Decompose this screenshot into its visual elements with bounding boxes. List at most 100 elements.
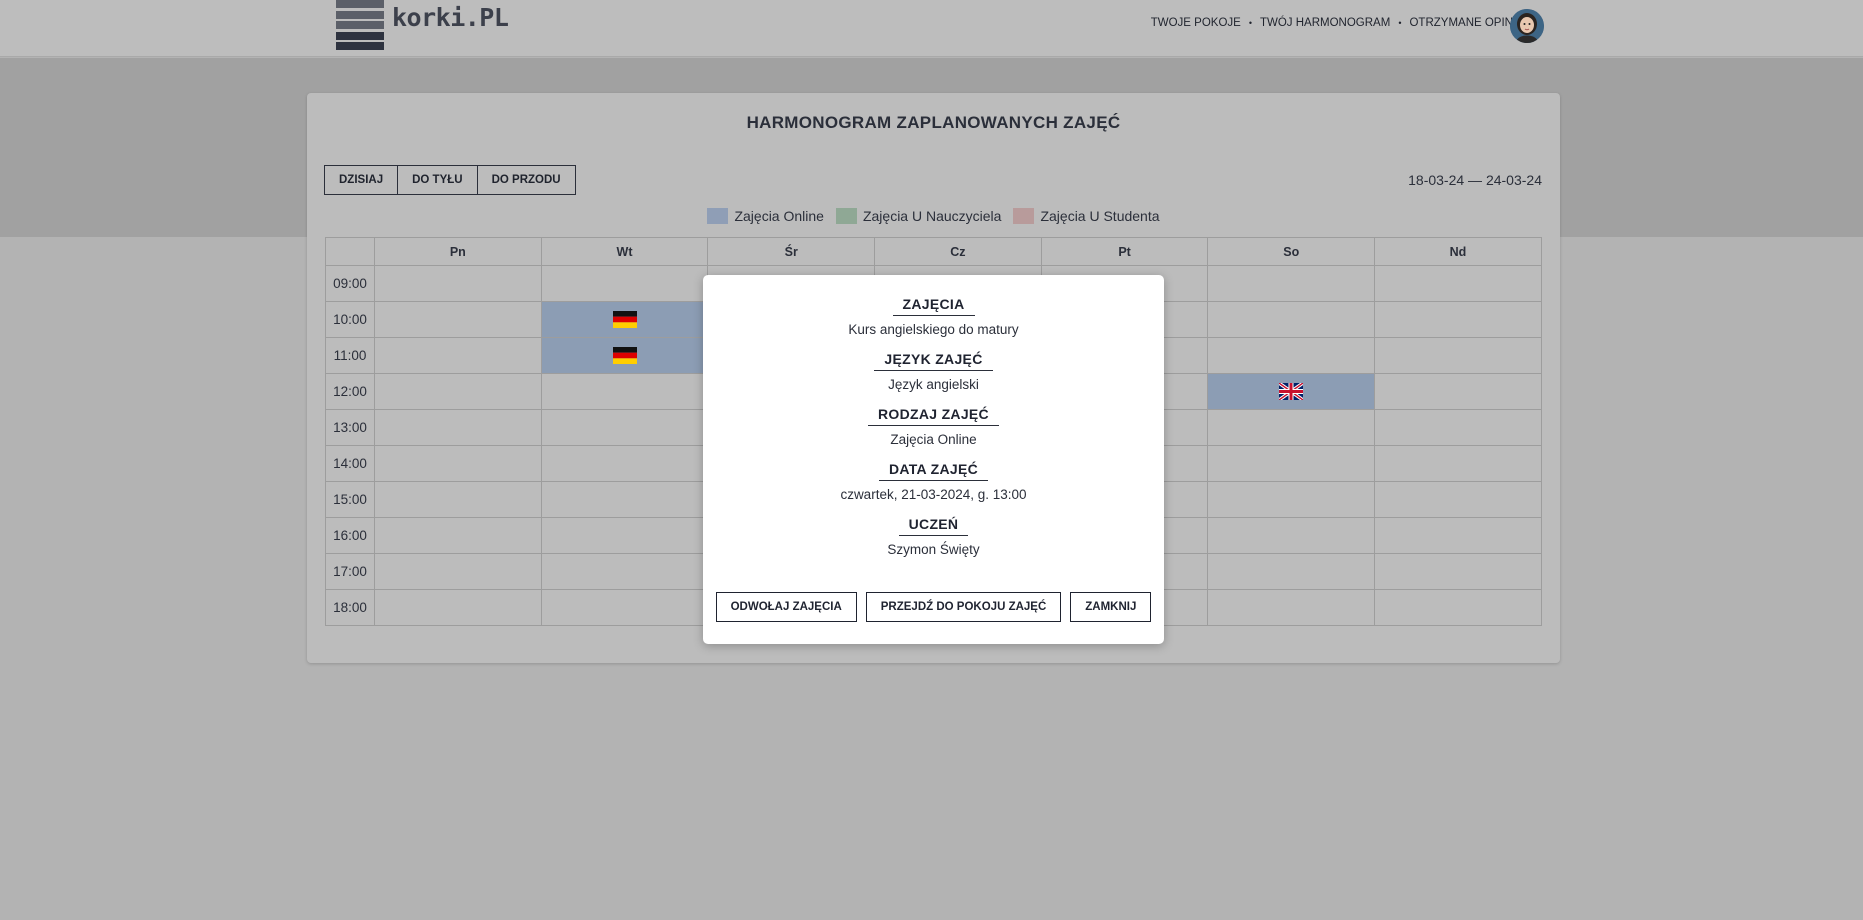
calendar-cell[interactable] <box>1207 409 1376 446</box>
modal-value: Kurs angielskiego do matury <box>848 322 1019 337</box>
modal-section-date: DATA ZAJĘĆ czwartek, 21-03-2024, g. 13:0… <box>703 461 1164 502</box>
calendar-cell[interactable] <box>374 589 542 626</box>
corner-cell <box>325 237 375 266</box>
legend-label: Zajęcia Online <box>734 208 824 224</box>
calendar-cell[interactable] <box>540 481 709 518</box>
event-cell[interactable] <box>540 337 709 374</box>
day-header: Pn <box>374 237 542 266</box>
legend-label: Zajęcia U Nauczyciela <box>862 208 1002 224</box>
modal-section-language: JĘZYK ZAJĘĆ Język angielski <box>703 351 1164 392</box>
time-label: 09:00 <box>325 265 375 302</box>
calendar-cell[interactable] <box>1374 553 1542 590</box>
calendar-cell[interactable] <box>374 553 542 590</box>
calendar-cell[interactable] <box>1207 589 1376 626</box>
calendar-cell[interactable] <box>1374 337 1542 374</box>
uk-flag-icon <box>1279 383 1304 400</box>
calendar-cell[interactable] <box>540 445 709 482</box>
calendar-cell[interactable] <box>1374 373 1542 410</box>
next-week-button[interactable]: DO PRZODU <box>476 165 576 195</box>
calendar-cell[interactable] <box>1374 301 1542 338</box>
user-avatar[interactable] <box>1510 9 1544 43</box>
time-label: 13:00 <box>325 409 375 446</box>
legend-swatch-student <box>1013 208 1035 224</box>
calendar-cell[interactable] <box>1207 481 1376 518</box>
cancel-class-button[interactable]: ODWOŁAJ ZAJĘCIA <box>715 592 857 622</box>
modal-section-type: RODZAJ ZAJĘĆ Zajęcia Online <box>703 406 1164 447</box>
legend-item-teacher: Zajęcia U Nauczyciela <box>835 208 1002 224</box>
calendar-cell[interactable] <box>540 517 709 554</box>
class-details-modal: ZAJĘCIA Kurs angielskiego do matury JĘZY… <box>703 275 1164 644</box>
nav-link-schedule[interactable]: TWÓJ HARMONOGRAM <box>1260 17 1390 29</box>
calendar-cell[interactable] <box>1374 589 1542 626</box>
go-to-room-button[interactable]: PRZEJDŹ DO POKOJU ZAJĘĆ <box>865 592 1062 622</box>
calendar-cell[interactable] <box>374 481 542 518</box>
modal-value: Zajęcia Online <box>890 432 977 447</box>
modal-section-student: UCZEŃ Szymon Święty <box>703 516 1164 557</box>
site-logo[interactable]: korki.PL <box>336 0 509 50</box>
modal-heading: UCZEŃ <box>898 516 969 536</box>
time-label: 16:00 <box>325 517 375 554</box>
day-header: So <box>1207 237 1376 266</box>
day-header: Wt <box>540 237 709 266</box>
calendar-cell[interactable] <box>540 553 709 590</box>
calendar-cell[interactable] <box>1207 301 1376 338</box>
modal-heading: ZAJĘCIA <box>892 296 975 316</box>
modal-section-class: ZAJĘCIA Kurs angielskiego do matury <box>703 296 1164 337</box>
calendar-cell[interactable] <box>1374 517 1542 554</box>
previous-week-button[interactable]: DO TYŁU <box>397 165 478 195</box>
modal-heading: JĘZYK ZAJĘĆ <box>874 351 993 371</box>
modal-value: czwartek, 21-03-2024, g. 13:00 <box>840 487 1027 502</box>
calendar-cell[interactable] <box>374 517 542 554</box>
calendar-cell[interactable] <box>1374 265 1542 302</box>
calendar-cell[interactable] <box>540 589 709 626</box>
modal-heading: RODZAJ ZAJĘĆ <box>868 406 999 426</box>
nav-separator: • <box>1398 18 1402 28</box>
day-header: Nd <box>1374 237 1542 266</box>
time-label: 14:00 <box>325 445 375 482</box>
page-title: HARMONOGRAM ZAPLANOWANYCH ZAJĘĆ <box>746 113 1121 132</box>
calendar-cell[interactable] <box>374 337 542 374</box>
calendar-cell[interactable] <box>1207 517 1376 554</box>
germany-flag-icon <box>612 347 637 364</box>
time-label: 10:00 <box>325 301 375 338</box>
calendar-cell[interactable] <box>374 409 542 446</box>
day-header: Śr <box>707 237 876 266</box>
event-cell[interactable] <box>540 301 709 338</box>
calendar-cell[interactable] <box>1207 265 1376 302</box>
event-cell[interactable] <box>1207 373 1376 410</box>
calendar-cell[interactable] <box>1207 553 1376 590</box>
germany-flag-icon <box>612 311 637 328</box>
legend: Zajęcia Online Zajęcia U Nauczyciela Zaj… <box>307 208 1560 224</box>
calendar-cell[interactable] <box>540 373 709 410</box>
calendar-cell[interactable] <box>1207 337 1376 374</box>
modal-actions: ODWOŁAJ ZAJĘCIA PRZEJDŹ DO POKOJU ZAJĘĆ … <box>703 592 1164 622</box>
day-header: Cz <box>874 237 1042 266</box>
nav-link-rooms[interactable]: TWOJE POKOJE <box>1151 17 1241 29</box>
main-nav: TWOJE POKOJE • TWÓJ HARMONOGRAM • OTRZYM… <box>1151 17 1543 29</box>
legend-swatch-online <box>707 208 729 224</box>
nav-link-reviews[interactable]: OTRZYMANE OPINIE <box>1409 17 1523 29</box>
modal-value: Szymon Święty <box>887 542 980 557</box>
time-label: 15:00 <box>325 481 375 518</box>
calendar-cell[interactable] <box>540 265 709 302</box>
calendar-cell[interactable] <box>1374 445 1542 482</box>
calendar-cell[interactable] <box>374 301 542 338</box>
calendar-cell[interactable] <box>1207 445 1376 482</box>
date-range: 18-03-24 — 24-03-24 <box>1408 172 1542 188</box>
today-button[interactable]: DZISIAJ <box>324 165 399 195</box>
calendar-cell[interactable] <box>374 445 542 482</box>
legend-item-online: Zajęcia Online <box>707 208 824 224</box>
time-label: 12:00 <box>325 373 375 410</box>
nav-separator: • <box>1248 18 1252 28</box>
modal-value: Język angielski <box>888 377 979 392</box>
legend-swatch-teacher <box>835 208 857 224</box>
logo-stack-icon <box>336 0 384 50</box>
calendar-cell[interactable] <box>374 373 542 410</box>
calendar-cell[interactable] <box>1374 409 1542 446</box>
close-button[interactable]: ZAMKNIJ <box>1070 592 1152 622</box>
calendar-cell[interactable] <box>1374 481 1542 518</box>
day-header: Pt <box>1040 237 1209 266</box>
calendar-cell[interactable] <box>374 265 542 302</box>
calendar-cell[interactable] <box>540 409 709 446</box>
legend-label: Zajęcia U Studenta <box>1040 208 1160 224</box>
